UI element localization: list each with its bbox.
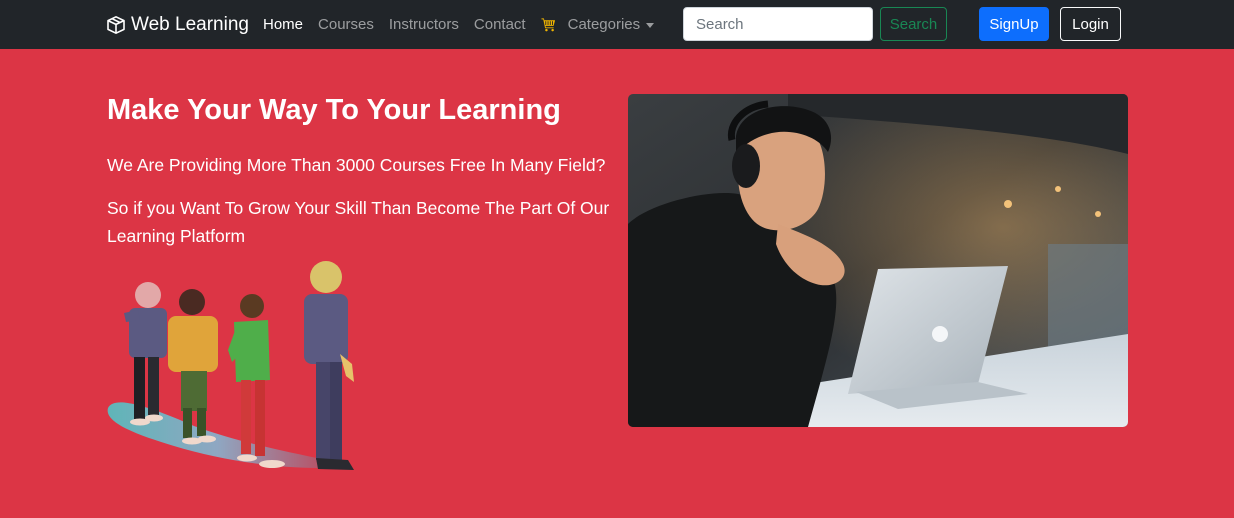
categories-label: Categories xyxy=(567,16,641,33)
brand-name: Web Learning xyxy=(131,14,249,35)
nav-link-instructors[interactable]: Instructors xyxy=(389,16,459,33)
login-button[interactable]: Login xyxy=(1060,7,1121,41)
hero-subtitle: We Are Providing More Than 3000 Courses … xyxy=(107,155,606,175)
navbar: Web Learning Home Courses Instructors Co… xyxy=(0,0,1234,49)
hero-title: Make Your Way To Your Learning xyxy=(107,94,561,126)
nav-link-home[interactable]: Home xyxy=(263,16,303,33)
nav-links: Home Courses Instructors Contact Categor… xyxy=(263,0,655,49)
people-illustration xyxy=(107,261,354,470)
cart-button[interactable] xyxy=(541,17,556,32)
hero-image xyxy=(628,94,1128,427)
box-icon xyxy=(107,16,125,34)
search-input[interactable] xyxy=(683,7,873,41)
categories-dropdown[interactable]: Categories xyxy=(568,16,655,33)
student-laptop-photo xyxy=(628,94,1128,427)
search-button[interactable]: Search xyxy=(880,7,947,41)
hero-description: So if you Want To Grow Your Skill Than B… xyxy=(107,198,610,246)
nav-link-contact[interactable]: Contact xyxy=(474,16,526,33)
brand-link[interactable]: Web Learning xyxy=(106,12,249,38)
nav-link-courses[interactable]: Courses xyxy=(318,16,374,33)
signup-button[interactable]: SignUp xyxy=(979,7,1049,41)
cart-icon xyxy=(541,18,555,32)
caret-down-icon xyxy=(646,22,655,28)
